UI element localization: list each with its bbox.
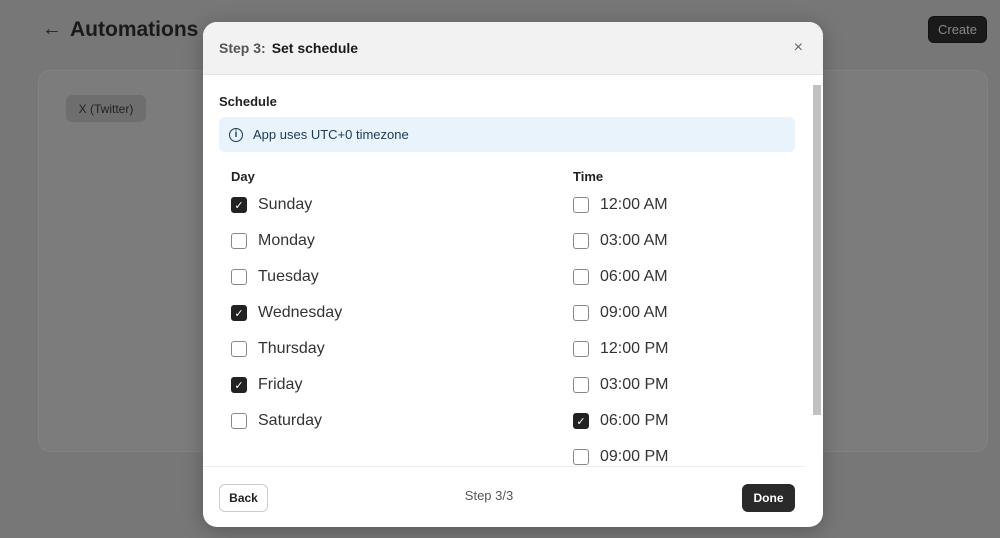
page-title: Automations <box>70 18 199 41</box>
create-button[interactable]: Create <box>928 16 987 43</box>
option-label: Tuesday <box>258 268 319 285</box>
option-label: 06:00 AM <box>600 268 668 285</box>
option-label: Saturday <box>258 412 323 429</box>
checkbox[interactable] <box>573 305 589 321</box>
step-label: Step 3: <box>219 40 266 56</box>
option-label: 03:00 AM <box>600 232 668 249</box>
platform-chip[interactable]: X (Twitter) <box>66 95 146 122</box>
checkbox[interactable]: ✓ <box>231 377 247 393</box>
time-option[interactable]: 03:00 AM <box>573 231 668 251</box>
option-label: Monday <box>258 232 315 249</box>
time-header: Time <box>573 169 604 184</box>
option-label: 12:00 PM <box>600 340 669 357</box>
checkbox[interactable] <box>231 413 247 429</box>
day-option[interactable]: ✓ Friday <box>231 375 302 395</box>
checkbox[interactable] <box>573 197 589 213</box>
day-option[interactable]: Tuesday <box>231 267 319 287</box>
modal-footer: Back Step 3/3 Done <box>203 466 805 527</box>
checkbox[interactable] <box>231 233 247 249</box>
time-option[interactable]: 09:00 PM <box>573 447 668 466</box>
checkbox[interactable] <box>573 233 589 249</box>
day-option[interactable]: ✓ Sunday <box>231 195 312 215</box>
day-option[interactable]: ✓ Wednesday <box>231 303 342 323</box>
checkbox[interactable] <box>573 269 589 285</box>
info-icon: i <box>229 127 243 142</box>
info-text: App uses UTC+0 timezone <box>253 127 409 142</box>
time-option[interactable]: 12:00 AM <box>573 195 668 215</box>
option-label: Thursday <box>258 340 325 357</box>
day-option[interactable]: Monday <box>231 231 315 251</box>
checkbox[interactable] <box>231 341 247 357</box>
day-header: Day <box>231 169 255 184</box>
checkbox[interactable]: ✓ <box>231 305 247 321</box>
option-label: 09:00 PM <box>600 448 669 465</box>
section-title: Schedule <box>219 94 277 109</box>
checkbox[interactable] <box>573 341 589 357</box>
option-label: 06:00 PM <box>600 412 669 429</box>
scrollbar[interactable] <box>813 85 821 415</box>
modal-header: Step 3: Set schedule <box>203 22 823 75</box>
checkbox[interactable] <box>231 269 247 285</box>
back-arrow-icon[interactable]: ← <box>42 18 62 41</box>
time-option[interactable]: 06:00 AM <box>573 267 668 287</box>
time-option[interactable]: ✓ 06:00 PM <box>573 411 668 431</box>
day-option[interactable]: Saturday <box>231 411 322 431</box>
done-button[interactable]: Done <box>742 484 795 512</box>
option-label: Friday <box>258 376 303 393</box>
day-option[interactable]: Thursday <box>231 339 325 359</box>
step-counter: Step 3/3 <box>464 488 514 503</box>
checkbox[interactable] <box>573 377 589 393</box>
time-option[interactable]: 12:00 PM <box>573 339 668 359</box>
option-label: 03:00 PM <box>600 376 669 393</box>
option-label: Wednesday <box>258 304 343 321</box>
modal-title: Set schedule <box>271 40 359 56</box>
time-option[interactable]: 09:00 AM <box>573 303 668 323</box>
option-label: 09:00 AM <box>600 304 668 321</box>
checkbox[interactable]: ✓ <box>231 197 247 213</box>
schedule-modal: Step 3: Set schedule × Schedule i App us… <box>203 22 823 527</box>
checkbox[interactable]: ✓ <box>573 413 589 429</box>
timezone-info: i App uses UTC+0 timezone <box>219 117 795 152</box>
close-icon[interactable]: × <box>794 39 803 57</box>
option-label: Sunday <box>258 196 313 213</box>
time-option[interactable]: 03:00 PM <box>573 375 668 395</box>
checkbox[interactable] <box>573 449 589 465</box>
modal-body: Schedule i App uses UTC+0 timezone Day T… <box>203 75 823 466</box>
option-label: 12:00 AM <box>600 196 668 213</box>
